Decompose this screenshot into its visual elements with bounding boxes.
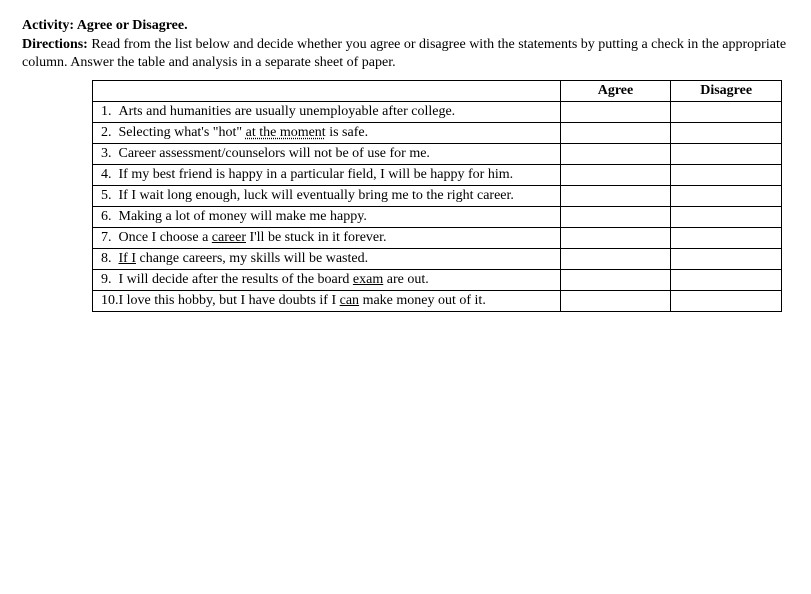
- disagree-cell[interactable]: [671, 207, 782, 228]
- header-blank: [93, 81, 561, 102]
- agree-cell[interactable]: [560, 270, 671, 291]
- agree-cell[interactable]: [560, 291, 671, 312]
- disagree-cell[interactable]: [671, 102, 782, 123]
- table-row: 10.I love this hobby, but I have doubts …: [93, 291, 782, 312]
- disagree-cell[interactable]: [671, 165, 782, 186]
- statement-cell: 10.I love this hobby, but I have doubts …: [93, 291, 561, 312]
- disagree-cell[interactable]: [671, 270, 782, 291]
- statement-cell: 4. If my best friend is happy in a parti…: [93, 165, 561, 186]
- directions: Directions: Read from the list below and…: [22, 36, 789, 72]
- agree-cell[interactable]: [560, 228, 671, 249]
- agree-cell[interactable]: [560, 186, 671, 207]
- activity-title: Activity: Agree or Disagree.: [22, 18, 789, 34]
- statement-cell: 3. Career assessment/counselors will not…: [93, 144, 561, 165]
- directions-text: Read from the list below and decide whet…: [22, 37, 786, 70]
- disagree-cell[interactable]: [671, 186, 782, 207]
- disagree-cell[interactable]: [671, 228, 782, 249]
- table-row: 2. Selecting what's "hot" at the moment …: [93, 123, 782, 144]
- table-row: 8. If I change careers, my skills will b…: [93, 249, 782, 270]
- statement-cell: 5. If I wait long enough, luck will even…: [93, 186, 561, 207]
- table-row: 5. If I wait long enough, luck will even…: [93, 186, 782, 207]
- header-disagree: Disagree: [671, 81, 782, 102]
- disagree-cell[interactable]: [671, 291, 782, 312]
- table-row: 3. Career assessment/counselors will not…: [93, 144, 782, 165]
- table-row: 9. I will decide after the results of th…: [93, 270, 782, 291]
- agree-cell[interactable]: [560, 249, 671, 270]
- disagree-cell[interactable]: [671, 249, 782, 270]
- agree-disagree-table: Agree Disagree 1. Arts and humanities ar…: [92, 80, 782, 312]
- statement-cell: 8. If I change careers, my skills will b…: [93, 249, 561, 270]
- table-row: 7. Once I choose a career I'll be stuck …: [93, 228, 782, 249]
- statement-cell: 9. I will decide after the results of th…: [93, 270, 561, 291]
- table-row: 4. If my best friend is happy in a parti…: [93, 165, 782, 186]
- agree-cell[interactable]: [560, 207, 671, 228]
- table-row: 6. Making a lot of money will make me ha…: [93, 207, 782, 228]
- statement-cell: 1. Arts and humanities are usually unemp…: [93, 102, 561, 123]
- agree-cell[interactable]: [560, 123, 671, 144]
- header-agree: Agree: [560, 81, 671, 102]
- statement-cell: 7. Once I choose a career I'll be stuck …: [93, 228, 561, 249]
- disagree-cell[interactable]: [671, 144, 782, 165]
- directions-label: Directions:: [22, 37, 88, 52]
- table-header-row: Agree Disagree: [93, 81, 782, 102]
- disagree-cell[interactable]: [671, 123, 782, 144]
- agree-cell[interactable]: [560, 165, 671, 186]
- statement-cell: 2. Selecting what's "hot" at the moment …: [93, 123, 561, 144]
- statement-cell: 6. Making a lot of money will make me ha…: [93, 207, 561, 228]
- agree-cell[interactable]: [560, 144, 671, 165]
- table-row: 1. Arts and humanities are usually unemp…: [93, 102, 782, 123]
- agree-cell[interactable]: [560, 102, 671, 123]
